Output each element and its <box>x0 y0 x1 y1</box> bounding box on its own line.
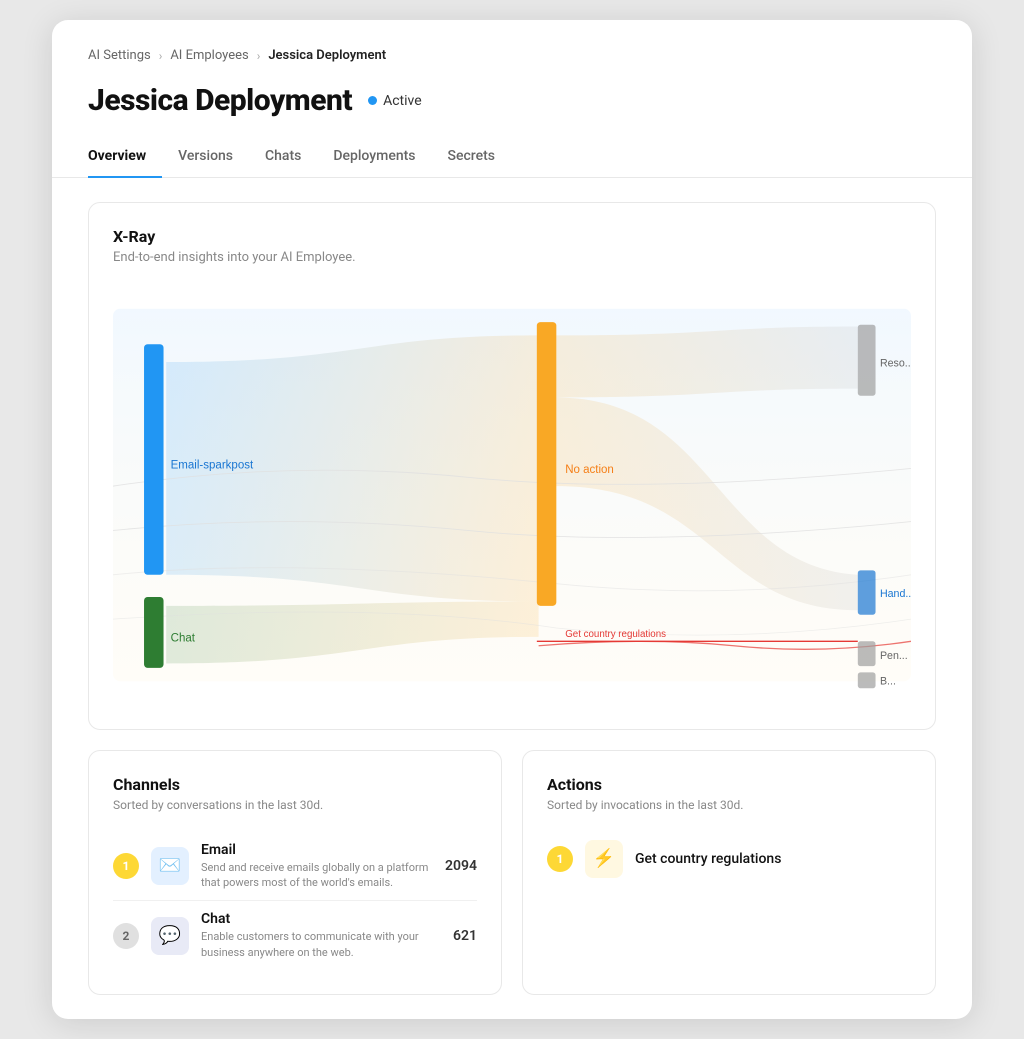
tab-overview[interactable]: Overview <box>88 140 162 178</box>
xray-subtitle: End-to-end insights into your AI Employe… <box>113 250 911 265</box>
breadcrumb-sep-1: › <box>159 49 163 63</box>
svg-text:Email-sparkpost: Email-sparkpost <box>171 459 254 471</box>
actions-card: Actions Sorted by invocations in the las… <box>522 750 936 996</box>
channels-card: Channels Sorted by conversations in the … <box>88 750 502 996</box>
tab-deployments[interactable]: Deployments <box>317 140 431 178</box>
chat-info: Chat Enable customers to communicate wit… <box>201 911 441 960</box>
channel-item-chat: 2 💬 Chat Enable customers to communicate… <box>113 901 477 970</box>
bottom-row: Channels Sorted by conversations in the … <box>88 750 936 996</box>
status-badge: Active <box>368 93 422 109</box>
chat-icon: 💬 <box>151 917 189 955</box>
channels-title: Channels <box>113 775 477 794</box>
email-desc: Send and receive emails globally on a pl… <box>201 860 433 891</box>
email-icon: ✉️ <box>151 847 189 885</box>
svg-text:Hand...: Hand... <box>880 587 911 599</box>
rank-badge-1: 1 <box>113 853 139 879</box>
sankey-chart: Email-sparkpost Chat No action Get count… <box>113 285 911 705</box>
svg-text:No action: No action <box>565 463 614 475</box>
channels-subtitle: Sorted by conversations in the last 30d. <box>113 798 477 812</box>
svg-text:B...: B... <box>880 675 896 687</box>
action-name-1: Get country regulations <box>635 851 781 867</box>
svg-text:Reso...: Reso... <box>880 357 911 369</box>
tab-bar: Overview Versions Chats Deployments Secr… <box>52 122 972 178</box>
page-header: Jessica Deployment Active <box>52 75 972 118</box>
chat-count: 621 <box>453 928 477 944</box>
action-rank-1: 1 <box>547 846 573 872</box>
breadcrumb-current: Jessica Deployment <box>268 48 386 63</box>
main-window: AI Settings › AI Employees › Jessica Dep… <box>52 20 972 1019</box>
rank-badge-2: 2 <box>113 923 139 949</box>
svg-text:Get country regulations: Get country regulations <box>565 628 666 639</box>
breadcrumb-ai-employees[interactable]: AI Employees <box>170 48 248 63</box>
svg-text:Chat: Chat <box>171 632 196 644</box>
tab-versions[interactable]: Versions <box>162 140 249 178</box>
tab-secrets[interactable]: Secrets <box>432 140 511 178</box>
tab-chats[interactable]: Chats <box>249 140 317 178</box>
svg-text:Pen...: Pen... <box>880 650 908 662</box>
chat-name: Chat <box>201 911 441 927</box>
status-dot <box>368 96 377 105</box>
xray-card: X-Ray End-to-end insights into your AI E… <box>88 202 936 730</box>
page-title: Jessica Deployment <box>88 83 352 118</box>
channel-item-email: 1 ✉️ Email Send and receive emails globa… <box>113 832 477 902</box>
email-info: Email Send and receive emails globally o… <box>201 842 433 891</box>
status-label: Active <box>383 93 422 109</box>
actions-subtitle: Sorted by invocations in the last 30d. <box>547 798 911 812</box>
main-content: X-Ray End-to-end insights into your AI E… <box>52 178 972 1020</box>
email-count: 2094 <box>445 858 477 874</box>
action-item-1: 1 ⚡ Get country regulations <box>547 832 911 886</box>
breadcrumb: AI Settings › AI Employees › Jessica Dep… <box>52 20 972 75</box>
chat-desc: Enable customers to communicate with you… <box>201 929 441 960</box>
action-icon-1: ⚡ <box>585 840 623 878</box>
actions-title: Actions <box>547 775 911 794</box>
breadcrumb-ai-settings[interactable]: AI Settings <box>88 48 151 63</box>
breadcrumb-sep-2: › <box>257 49 261 63</box>
email-name: Email <box>201 842 433 858</box>
xray-title: X-Ray <box>113 227 911 246</box>
